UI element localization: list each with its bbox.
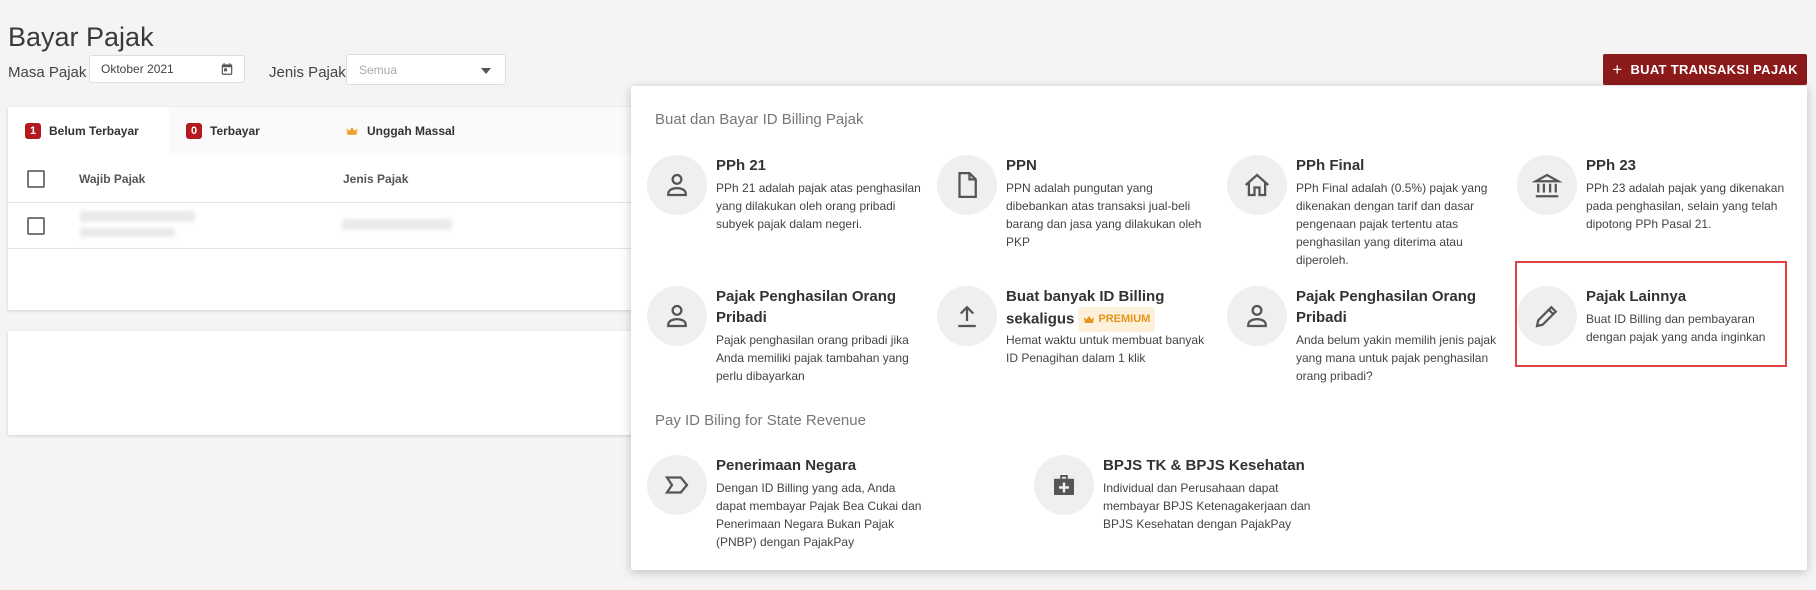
table-row[interactable] (8, 203, 648, 249)
jenis-pajak-value: Semua (359, 63, 398, 77)
tab-label: Belum Terbayar (49, 124, 139, 138)
section-title-state-revenue: Pay ID Biling for State Revenue (655, 412, 866, 429)
jenis-pajak-select[interactable]: Semua (346, 54, 506, 85)
redacted-npwp (80, 228, 175, 237)
person-icon (647, 286, 707, 346)
tab-unggah-massal[interactable]: Unggah Massal (330, 107, 510, 155)
count-badge: 1 (25, 123, 41, 139)
item-desc: Dengan ID Billing yang ada, Anda dapat m… (716, 481, 922, 549)
masa-pajak-value: Oktober 2021 (101, 62, 174, 76)
item-title: PPh 21 (716, 157, 767, 174)
column-wajib-pajak: Wajib Pajak (79, 172, 146, 186)
crown-icon (1084, 316, 1095, 323)
item-desc: Pajak penghasilan orang pribadi jika And… (716, 333, 909, 383)
tab-belum-terbayar[interactable]: 1 Belum Terbayar (8, 107, 169, 155)
redacted-jenis-pajak (342, 219, 452, 230)
tax-type-menu: Buat dan Bayar ID Billing Pajak PPh 21 P… (631, 86, 1807, 570)
person-icon (647, 155, 707, 215)
item-desc: PPh 23 adalah pajak yang dikenakan pada … (1586, 181, 1785, 231)
item-title: BPJS TK & BPJS Kesehatan (1103, 457, 1305, 474)
item-desc: Anda belum yakin memilih jenis pajak yan… (1296, 333, 1497, 383)
select-all-checkbox[interactable] (27, 170, 45, 188)
crown-icon (346, 127, 358, 135)
item-title: Pajak Penghasilan Orang Pribadi (1296, 288, 1477, 326)
masa-pajak-datepicker[interactable]: Oktober 2021 (89, 55, 245, 83)
person-icon (1227, 286, 1287, 346)
tab-label: Unggah Massal (367, 124, 456, 138)
summary-card (8, 331, 648, 435)
page-title: Bayar Pajak (8, 22, 154, 52)
tab-label: Terbayar (210, 124, 260, 138)
item-title: Pajak Penghasilan Orang Pribadi (716, 288, 897, 326)
calendar-icon[interactable] (220, 62, 234, 76)
home-icon (1227, 155, 1287, 215)
item-desc: Individual dan Perusahaan dapat membayar… (1103, 481, 1311, 531)
premium-badge: PREMIUM (1078, 307, 1156, 332)
label-icon (647, 455, 707, 515)
chevron-down-icon (481, 68, 491, 74)
row-checkbox[interactable] (27, 217, 45, 235)
count-badge: 0 (186, 123, 202, 139)
premium-label: PREMIUM (1098, 313, 1151, 325)
item-title: PPh Final (1296, 157, 1365, 174)
medical-bag-icon (1034, 455, 1094, 515)
item-title: PPh 23 (1586, 157, 1637, 174)
masa-pajak-label: Masa Pajak (8, 64, 87, 81)
item-desc: Hemat waktu untuk membuat banyak ID Pena… (1006, 333, 1205, 365)
jenis-pajak-label: Jenis Pajak (269, 64, 346, 81)
selection-highlight (1515, 261, 1787, 367)
upload-icon (937, 286, 997, 346)
buat-transaksi-pajak-button[interactable]: + BUAT TRANSAKSI PAJAK (1603, 54, 1807, 85)
tab-terbayar[interactable]: 0 Terbayar (169, 107, 330, 155)
item-desc: PPh Final adalah (0.5%) pajak yang diken… (1296, 181, 1488, 267)
item-title: Buat banyak ID Billing sekaligus PREMIUM (1006, 286, 1216, 332)
item-desc: PPN adalah pungutan yang dibebankan atas… (1006, 181, 1202, 249)
item-title: Penerimaan Negara (716, 457, 857, 474)
bank-icon (1517, 155, 1577, 215)
item-desc: PPh 21 adalah pajak atas penghasilan yan… (716, 181, 921, 231)
billing-table-card: 1 Belum Terbayar 0 Terbayar Unggah Massa… (8, 107, 648, 310)
status-tabs: 1 Belum Terbayar 0 Terbayar Unggah Massa… (8, 107, 648, 155)
buat-transaksi-pajak-label: BUAT TRANSAKSI PAJAK (1630, 62, 1798, 77)
item-title: PPN (1006, 157, 1037, 174)
column-jenis-pajak: Jenis Pajak (343, 172, 409, 186)
table-header: Wajib Pajak Jenis Pajak (8, 155, 648, 203)
section-title-billing: Buat dan Bayar ID Billing Pajak (655, 111, 864, 128)
plus-icon: + (1612, 59, 1623, 79)
document-icon (937, 155, 997, 215)
redacted-wajib-pajak (80, 211, 195, 222)
